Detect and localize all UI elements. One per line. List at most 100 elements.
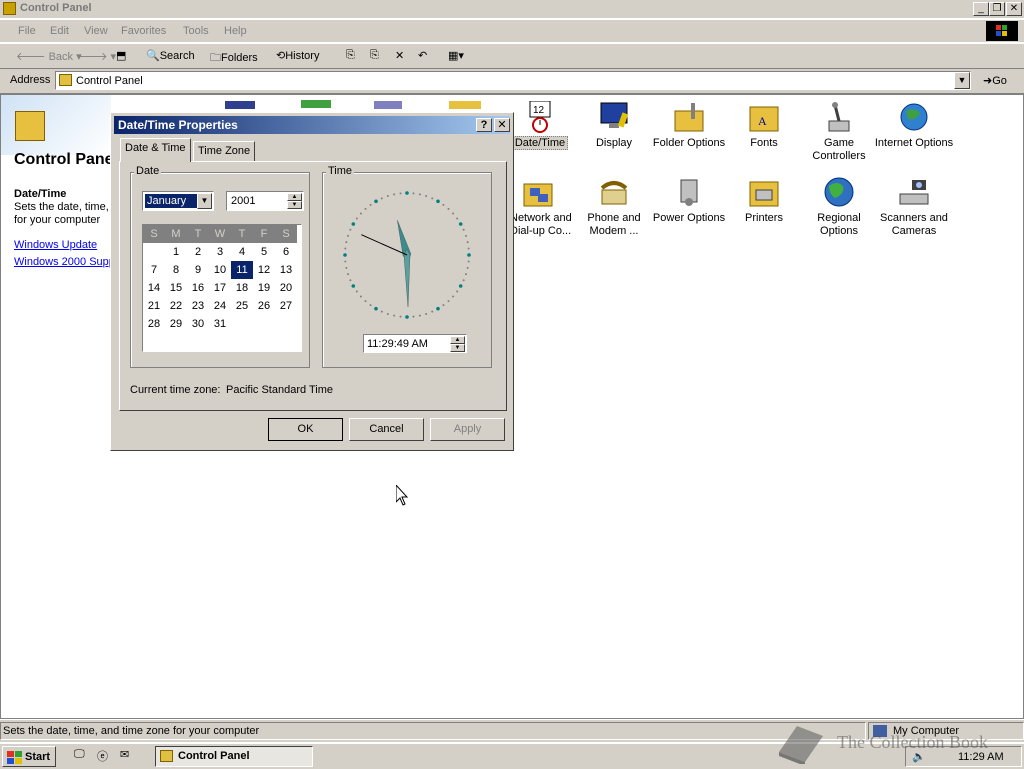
dialog-help-button[interactable]: ? bbox=[476, 118, 492, 132]
calendar-day[interactable]: 10 bbox=[209, 261, 231, 279]
menu-tools[interactable]: Tools bbox=[183, 25, 209, 37]
fonts-folder-icon: A bbox=[748, 101, 780, 133]
calendar-day[interactable]: 26 bbox=[253, 297, 275, 315]
menu-help[interactable]: Help bbox=[224, 25, 247, 37]
forward-button[interactable]: 🡒 ▾ bbox=[78, 49, 116, 63]
time-spinner[interactable]: 11:29:49 AM ▲ ▼ bbox=[363, 334, 467, 353]
calendar-day[interactable]: 22 bbox=[165, 297, 187, 315]
calendar-day[interactable]: 19 bbox=[253, 279, 275, 297]
month-dropdown-button[interactable]: ▼ bbox=[197, 193, 212, 209]
delete-button[interactable]: ✕ bbox=[395, 49, 404, 62]
year-down-button[interactable]: ▼ bbox=[287, 201, 302, 209]
back-button[interactable]: 🡐 Back ▾ bbox=[16, 49, 82, 63]
calendar-day[interactable]: 24 bbox=[209, 297, 231, 315]
item-fonts[interactable]: A Fonts bbox=[724, 101, 804, 150]
calendar-day[interactable]: 29 bbox=[165, 315, 187, 333]
control-panel-small-icon bbox=[59, 74, 72, 86]
year-spinner[interactable]: 2001 ▲ ▼ bbox=[226, 191, 304, 211]
history-button[interactable]: ⟲History bbox=[276, 49, 319, 62]
calendar-day[interactable]: 31 bbox=[209, 315, 231, 333]
calendar-day[interactable]: 25 bbox=[231, 297, 253, 315]
time-down-button[interactable]: ▼ bbox=[450, 344, 465, 352]
calendar-day[interactable]: 30 bbox=[187, 315, 209, 333]
item-printers[interactable]: Printers bbox=[724, 176, 804, 225]
item-phone-modem[interactable]: Phone and Modem ... bbox=[574, 176, 654, 238]
menu-favorites[interactable]: Favorites bbox=[121, 25, 166, 37]
calendar-day[interactable]: 16 bbox=[187, 279, 209, 297]
quicklaunch-desktop-icon[interactable]: 🖵 bbox=[74, 748, 85, 761]
start-button[interactable]: Start bbox=[2, 746, 56, 767]
menu-view[interactable]: View bbox=[84, 25, 108, 37]
clock-minute-tick bbox=[412, 315, 415, 318]
item-folder-options[interactable]: Folder Options bbox=[649, 101, 729, 150]
restore-button[interactable]: ❐ bbox=[989, 2, 1005, 16]
menu-file[interactable]: File bbox=[18, 25, 36, 37]
move-to-button[interactable]: ⎘ bbox=[346, 49, 355, 62]
ok-button[interactable]: OK bbox=[268, 418, 343, 441]
folders-button[interactable]: 🗀Folders bbox=[210, 49, 258, 68]
selected-item-desc-1: Sets the date, time, bbox=[14, 201, 109, 213]
menu-edit[interactable]: Edit bbox=[50, 25, 69, 37]
address-input[interactable]: Control Panel ▼ bbox=[55, 71, 971, 90]
copy-to-button[interactable]: ⎘ bbox=[370, 49, 379, 62]
weekday-header: F bbox=[260, 228, 268, 240]
tab-date-time[interactable]: Date & Time bbox=[120, 138, 191, 162]
taskbar-control-panel-button[interactable]: Control Panel bbox=[155, 746, 313, 767]
calendar-day[interactable]: 18 bbox=[231, 279, 253, 297]
undo-button[interactable]: ↶ bbox=[418, 49, 427, 62]
calendar-day[interactable]: 13 bbox=[275, 261, 297, 279]
item-regional-options[interactable]: Regional Options bbox=[799, 176, 879, 238]
calendar-day[interactable]: 5 bbox=[253, 243, 275, 261]
calendar-day-selected[interactable]: 11 bbox=[231, 261, 253, 279]
tab-time-zone[interactable]: Time Zone bbox=[193, 141, 256, 162]
calendar-day[interactable]: 28 bbox=[143, 315, 165, 333]
quicklaunch-ie-icon[interactable]: ⓔ bbox=[97, 748, 108, 764]
item-power-options[interactable]: Power Options bbox=[649, 176, 729, 225]
month-select[interactable]: January ▼ bbox=[142, 191, 214, 211]
close-button[interactable]: ✕ bbox=[1006, 2, 1022, 16]
item-display[interactable]: Display bbox=[574, 101, 654, 150]
time-up-button[interactable]: ▲ bbox=[450, 336, 465, 344]
up-folder-button[interactable]: ⬒ bbox=[116, 49, 126, 62]
year-up-button[interactable]: ▲ bbox=[287, 193, 302, 201]
calendar-day[interactable]: 12 bbox=[253, 261, 275, 279]
clock-minute-tick bbox=[355, 217, 358, 220]
calendar-day[interactable]: 14 bbox=[143, 279, 165, 297]
calendar-day[interactable]: 15 bbox=[165, 279, 187, 297]
spin-up-icon: ▲ bbox=[291, 194, 298, 200]
minimize-button[interactable]: _ bbox=[973, 2, 989, 16]
apply-button[interactable]: Apply bbox=[430, 418, 505, 441]
calendar-day[interactable]: 2 bbox=[187, 243, 209, 261]
printer-folder-icon bbox=[748, 176, 780, 208]
go-arrow-icon: ➜ bbox=[983, 75, 993, 87]
calendar-day[interactable]: 3 bbox=[209, 243, 231, 261]
calendar-day[interactable]: 21 bbox=[143, 297, 165, 315]
cancel-button[interactable]: Cancel bbox=[349, 418, 424, 441]
address-value: Control Panel bbox=[76, 75, 143, 87]
calendar-day[interactable]: 23 bbox=[187, 297, 209, 315]
windows-update-link[interactable]: Windows Update bbox=[14, 239, 97, 251]
go-button[interactable]: ➜Go bbox=[983, 74, 1007, 87]
clock-minute-tick bbox=[431, 310, 434, 313]
views-button[interactable]: ▦▾ bbox=[448, 49, 464, 62]
dialog-close-button[interactable]: ✕ bbox=[494, 118, 510, 132]
address-dropdown-button[interactable]: ▼ bbox=[954, 72, 970, 89]
calendar-day[interactable]: 4 bbox=[231, 243, 253, 261]
clock-minute-tick bbox=[399, 315, 402, 318]
calendar-day[interactable]: 6 bbox=[275, 243, 297, 261]
item-internet-options[interactable]: Internet Options bbox=[874, 101, 954, 150]
calendar-day[interactable]: 20 bbox=[275, 279, 297, 297]
item-scanners-cameras[interactable]: Scanners and Cameras bbox=[874, 176, 954, 238]
calendar-day[interactable]: 7 bbox=[143, 261, 165, 279]
windows-2000-support-link[interactable]: Windows 2000 Supp bbox=[14, 256, 115, 268]
calendar-day[interactable]: 1 bbox=[165, 243, 187, 261]
delete-icon: ✕ bbox=[395, 50, 405, 62]
calendar-day[interactable]: 8 bbox=[165, 261, 187, 279]
calendar-day[interactable]: 17 bbox=[209, 279, 231, 297]
search-button[interactable]: 🔍Search bbox=[146, 49, 195, 62]
item-date-time-label: Date/Time bbox=[511, 136, 569, 150]
item-game-controllers[interactable]: Game Controllers bbox=[799, 101, 879, 163]
calendar-day[interactable]: 27 bbox=[275, 297, 297, 315]
quicklaunch-outlook-icon[interactable]: ✉ bbox=[120, 748, 129, 761]
calendar-day[interactable]: 9 bbox=[187, 261, 209, 279]
